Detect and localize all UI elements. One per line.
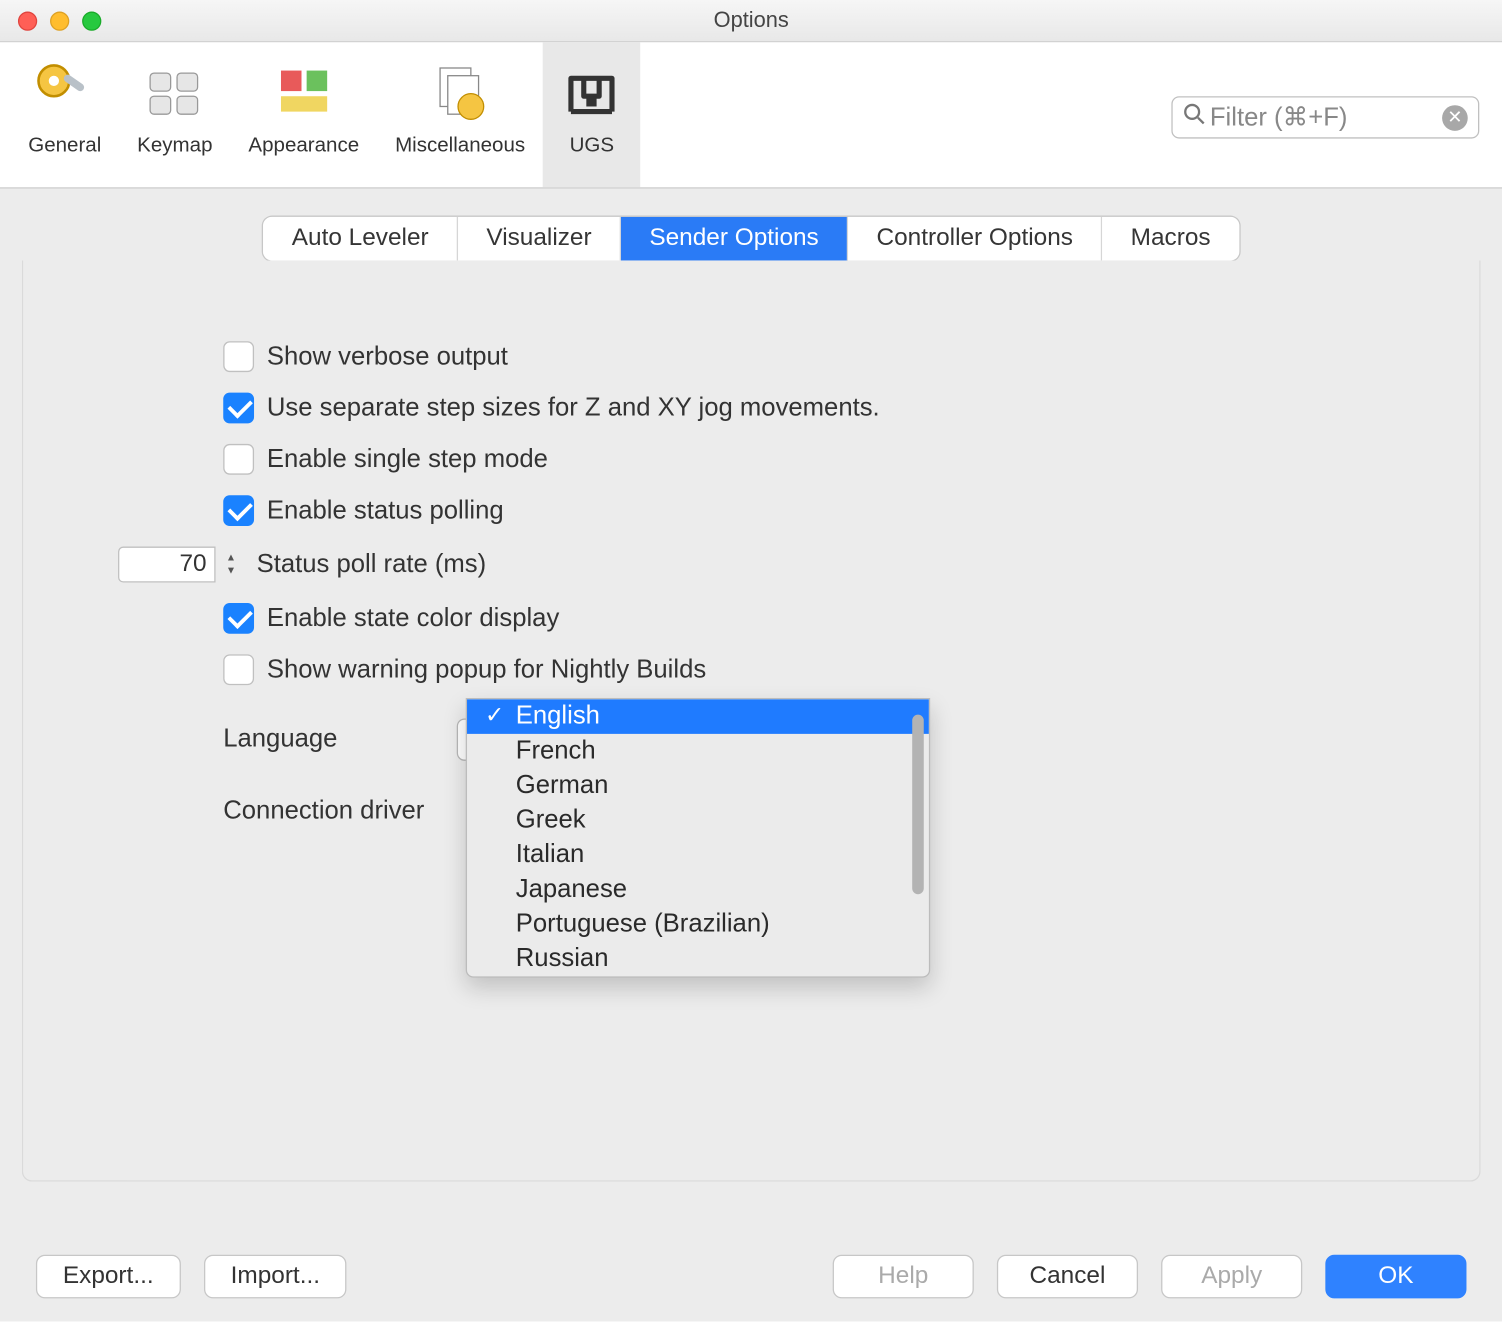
tab-sender-options[interactable]: Sender Options — [621, 217, 848, 261]
checkbox-show-verbose[interactable] — [223, 341, 254, 372]
chevron-up-icon: ▲ — [221, 552, 242, 565]
checkbox-separate-step[interactable] — [223, 393, 254, 424]
toolbar-item-misc[interactable]: Miscellaneous — [377, 42, 543, 187]
sender-options-panel: Show verbose output Use separate step si… — [22, 260, 1481, 1181]
toolbar-label: General — [28, 135, 101, 158]
toolbar: General Keymap Appearance — [0, 42, 1502, 188]
cnc-machine-icon — [561, 60, 623, 122]
checkbox-nightly-warning[interactable] — [223, 654, 254, 685]
tab-visualizer[interactable]: Visualizer — [458, 217, 621, 261]
toolbar-label: Miscellaneous — [395, 135, 525, 158]
chevron-down-icon: ▼ — [221, 565, 242, 578]
zoom-button[interactable] — [82, 11, 101, 30]
documents-gear-icon — [429, 60, 491, 122]
window-title: Options — [0, 8, 1502, 34]
dropdown-scrollbar[interactable] — [912, 715, 924, 895]
checkbox-state-color[interactable] — [223, 603, 254, 634]
titlebar: Options — [0, 0, 1502, 42]
language-option-portuguese[interactable]: Portuguese (Brazilian) — [467, 907, 929, 942]
minimize-button[interactable] — [50, 11, 69, 30]
label-single-step: Enable single step mode — [267, 445, 548, 475]
label-poll-rate: Status poll rate (ms) — [257, 550, 487, 580]
language-option-english[interactable]: English — [467, 699, 929, 734]
toolbar-label: Keymap — [137, 135, 212, 158]
search-icon — [1183, 103, 1206, 133]
palette-icon — [273, 60, 335, 122]
language-option-italian[interactable]: Italian — [467, 838, 929, 873]
label-show-verbose: Show verbose output — [267, 342, 508, 372]
toolbar-label: UGS — [570, 135, 614, 158]
footer: Export... Import... Help Cancel Apply OK — [0, 1229, 1502, 1321]
apply-button[interactable]: Apply — [1161, 1254, 1302, 1298]
label-language: Language — [23, 725, 457, 755]
filter-placeholder: Filter (⌘+F) — [1210, 101, 1442, 133]
close-button[interactable] — [18, 11, 37, 30]
checkbox-single-step[interactable] — [223, 444, 254, 475]
checkbox-status-polling[interactable] — [223, 495, 254, 526]
language-option-french[interactable]: French — [467, 734, 929, 769]
label-status-polling: Enable status polling — [267, 496, 504, 526]
toolbar-item-keymap[interactable]: Keymap — [119, 42, 230, 187]
export-button[interactable]: Export... — [36, 1254, 181, 1298]
language-option-japanese[interactable]: Japanese — [467, 872, 929, 907]
input-poll-rate[interactable]: 70 — [118, 547, 216, 583]
poll-rate-stepper[interactable]: ▲▼ — [221, 547, 242, 583]
language-dropdown: English French German Greek Italian Japa… — [466, 698, 930, 978]
label-state-color: Enable state color display — [267, 604, 559, 634]
toolbar-item-ugs[interactable]: UGS — [543, 42, 641, 187]
toolbar-item-appearance[interactable]: Appearance — [230, 42, 377, 187]
content-area: Auto Leveler Visualizer Sender Options C… — [0, 189, 1502, 1230]
filter-input[interactable]: Filter (⌘+F) ✕ — [1171, 96, 1479, 138]
wrench-gear-icon — [34, 60, 96, 122]
keyboard-icon — [144, 60, 206, 122]
language-option-russian[interactable]: Russian — [467, 942, 929, 977]
language-option-german[interactable]: German — [467, 769, 929, 804]
help-button[interactable]: Help — [833, 1254, 974, 1298]
cancel-button[interactable]: Cancel — [997, 1254, 1138, 1298]
label-separate-step: Use separate step sizes for Z and XY jog… — [267, 393, 880, 423]
ok-button[interactable]: OK — [1325, 1254, 1466, 1298]
label-nightly-warning: Show warning popup for Nightly Builds — [267, 655, 706, 685]
tab-controller-options[interactable]: Controller Options — [848, 217, 1102, 261]
label-connection-driver: Connection driver — [23, 797, 457, 827]
clear-filter-icon[interactable]: ✕ — [1442, 105, 1468, 131]
tab-auto-leveler[interactable]: Auto Leveler — [264, 217, 459, 261]
import-button[interactable]: Import... — [204, 1254, 347, 1298]
tab-macros[interactable]: Macros — [1102, 217, 1238, 261]
language-option-greek[interactable]: Greek — [467, 803, 929, 838]
tab-bar: Auto Leveler Visualizer Sender Options C… — [0, 217, 1502, 261]
toolbar-item-general[interactable]: General — [10, 42, 119, 187]
toolbar-label: Appearance — [248, 135, 359, 158]
window-controls — [0, 11, 101, 30]
